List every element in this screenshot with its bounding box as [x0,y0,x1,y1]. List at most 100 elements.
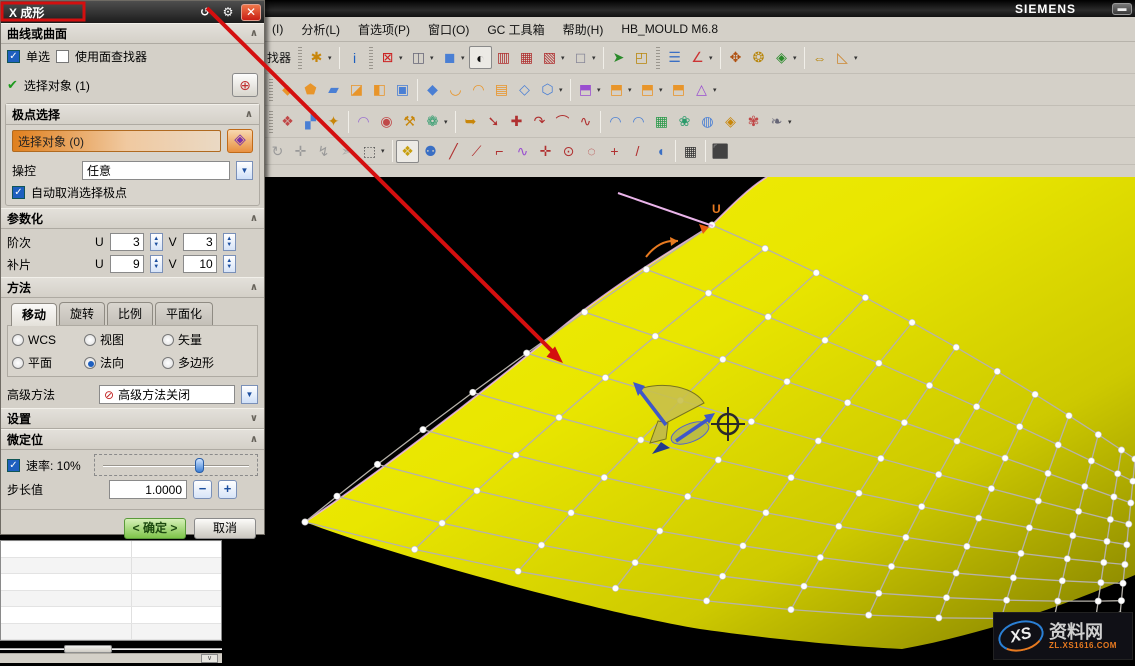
four-point-sphere-icon[interactable]: ◇ [513,78,536,101]
snap-slash-icon[interactable]: / [626,140,649,163]
poles-select-field[interactable]: 选择对象 (0) [12,130,221,152]
object-display-icon[interactable]: ❂ [747,46,770,69]
single-select-checkbox[interactable]: ✓ [7,50,20,63]
close-icon[interactable]: ✕ [241,4,261,21]
dropdown-caret-icon[interactable]: ▾ [430,54,438,62]
part-list-table[interactable] [0,540,222,641]
radio-多边形[interactable]: 多边形 [162,354,242,371]
studio-spline-icon[interactable]: ❁ [421,110,444,133]
radio-WCS[interactable]: WCS [12,331,84,348]
dropdown-caret-icon[interactable]: ▾ [381,147,389,155]
method-tab-0[interactable]: 移动 [11,303,57,326]
table-row[interactable] [1,574,221,591]
patch-v-field[interactable]: 10 [183,255,217,273]
dropdown-caret-icon[interactable]: ▾ [592,54,600,62]
scrollbar-thumb[interactable] [64,645,112,653]
dropdown-arrow-icon[interactable]: ▼ [241,385,258,404]
swept-surface-icon[interactable]: ⬟ [299,78,322,101]
dropdown-caret-icon[interactable]: ▾ [788,118,796,126]
degree-v-field[interactable]: 3 [183,233,217,251]
poly-body-icon[interactable]: ⬡ [536,78,559,101]
section-parameterization[interactable]: 参数化 ∧ [1,208,264,229]
shaded-view-icon[interactable]: ◼ [438,46,461,69]
degree-u-spinner[interactable]: ▲▼ [150,233,163,251]
fillet-surface-icon[interactable]: ◉ [375,110,398,133]
section-curve-or-surface[interactable]: 曲线或曲面 ∧ [1,23,264,44]
dropdown-caret-icon[interactable]: ▾ [597,86,605,94]
rate-checkbox[interactable]: ✓ [7,459,20,472]
sweep-icon[interactable]: ◠ [467,78,490,101]
pole-icon-button[interactable]: ◈ [227,129,253,153]
step-value-field[interactable]: 1.0000 [109,480,187,499]
dropdown-caret-icon[interactable]: ▾ [559,86,567,94]
dropdown-caret-icon[interactable]: ▾ [793,54,801,62]
move-object-icon[interactable]: ✥ [724,46,747,69]
revolve-icon[interactable]: ◡ [444,78,467,101]
dropdown-caret-icon[interactable]: ▾ [628,86,636,94]
styled-blend-icon[interactable]: ◠ [627,110,650,133]
measure-distance-icon[interactable]: ⇔ [808,46,831,69]
bridge-surface-icon[interactable]: ◠ [352,110,375,133]
deviation-icon[interactable]: ◍ [696,110,719,133]
snap-enable-icon[interactable]: ❖ [396,140,419,163]
snap-vertex-icon[interactable]: ✛ [534,140,557,163]
feather-icon[interactable]: ✾ [742,110,765,133]
sheet-body-icon[interactable]: ▤ [490,78,513,101]
zoom-view-icon[interactable]: ↯ [312,140,335,163]
degree-v-spinner[interactable]: ▲▼ [223,233,236,251]
csys-icon[interactable]: ∠ [686,46,709,69]
section-view-2-icon[interactable]: ▦ [515,46,538,69]
snap-arc-icon[interactable]: ⌐ [488,140,511,163]
analysis-dial-icon[interactable]: ❀ [673,110,696,133]
menu-item-2[interactable]: 首选项(P) [358,21,410,38]
use-face-finder-checkbox[interactable] [56,50,69,63]
section-view-3-icon[interactable]: ▧ [538,46,561,69]
menu-item-6[interactable]: HB_MOULD M6.8 [621,22,718,36]
ok-button[interactable]: < 确定 > [124,518,186,539]
auto-deselect-checkbox[interactable]: ✓ [12,186,25,199]
layer-settings-icon[interactable]: ☰ [663,46,686,69]
dropdown-arrow-icon[interactable]: ▼ [236,161,253,180]
horizontal-scrollbar[interactable] [0,645,222,653]
gear-icon[interactable]: ⚙ [218,4,238,21]
patch-u-field[interactable]: 9 [110,255,144,273]
dropdown-caret-icon[interactable]: ▾ [399,54,407,62]
display-copy-icon[interactable]: ◫ [407,46,430,69]
advanced-method-dropdown[interactable]: ⊘ 高级方法关闭 [99,385,235,404]
section-micro-positioning[interactable]: 微定位 ∧ [1,429,264,450]
degree-u-field[interactable]: 3 [110,233,144,251]
unsew-icon[interactable]: ▞ [299,110,322,133]
table-row[interactable] [1,591,221,608]
patch-u-spinner[interactable]: ▲▼ [150,255,163,273]
toolbar-grip[interactable] [269,111,273,133]
radio-矢量[interactable]: 矢量 [162,331,242,348]
refit-face-icon[interactable]: ◈ [719,110,742,133]
info-icon[interactable]: i [343,46,366,69]
fit-window-icon[interactable]: ⊠ [376,46,399,69]
table-row[interactable] [1,624,221,641]
dropdown-caret-icon[interactable]: ▾ [709,54,717,62]
toolbar-grip[interactable] [656,47,660,69]
section-pole-selection[interactable]: 极点选择 ∧ [6,104,259,125]
patch-v-spinner[interactable]: ▲▼ [223,255,236,273]
point-dialog-button[interactable]: ⊕ [232,73,258,97]
deform-copy-icon[interactable]: ⬒ [605,78,628,101]
dropdown-caret-icon[interactable]: ▾ [561,54,569,62]
dropdown-caret-icon[interactable]: ▾ [444,118,452,126]
xform-icon[interactable]: ✦ [322,110,345,133]
divide-curve-icon[interactable]: ✚ [505,110,528,133]
pan-view-icon[interactable]: ✛ [289,140,312,163]
menu-item-1[interactable]: 分析(L) [301,21,340,38]
bounded-plane-icon[interactable]: ▣ [391,78,414,101]
radio-平面[interactable]: 平面 [12,354,84,371]
deform-dimension-icon[interactable]: ⬒ [636,78,659,101]
menu-item-5[interactable]: 帮助(H) [563,21,604,38]
section-view-1-icon[interactable]: ▥ [492,46,515,69]
face-mesh-icon[interactable]: ▦ [650,110,673,133]
dropdown-caret-icon[interactable]: ▾ [854,54,862,62]
section-method[interactable]: 方法 ∧ [1,277,264,298]
trim-curve-icon[interactable]: ➘ [482,110,505,133]
dialog-titlebar[interactable]: X 成形 ↺ ⚙ ✕ [1,1,264,23]
blank-view-icon[interactable]: ◻ [569,46,592,69]
collapse-panel-button[interactable]: ∨ [201,654,218,663]
